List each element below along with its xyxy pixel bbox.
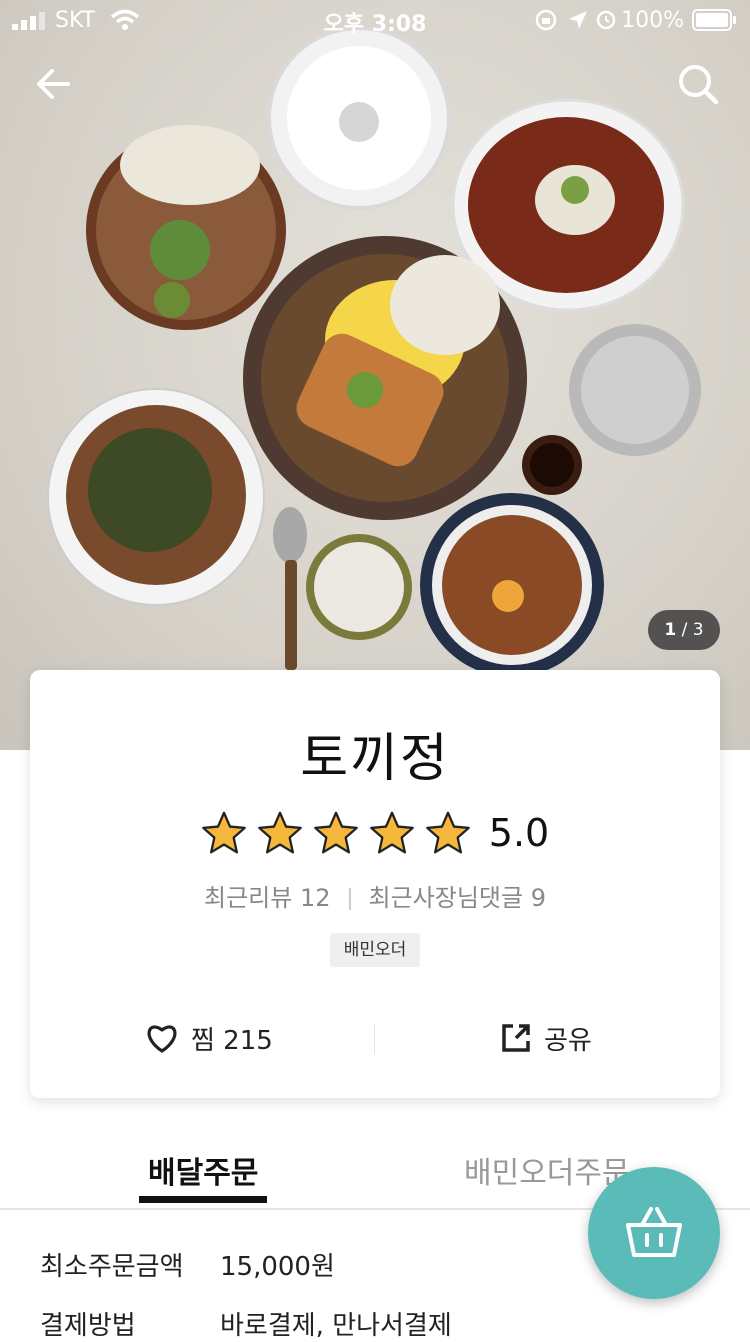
divider [348, 888, 351, 910]
info-key: 결제방법 [40, 1311, 136, 1341]
location-icon [569, 11, 587, 29]
star-icon [369, 811, 414, 854]
card-actions: 찜 215 공유 [30, 1010, 720, 1066]
status-bar: SKT 오후 3:08 100% [0, 0, 750, 40]
image-counter: 1 / 3 [648, 610, 720, 650]
share-button[interactable]: 공유 [500, 1010, 592, 1066]
rating-row: 5.0 [30, 808, 720, 858]
alarm-icon [596, 10, 616, 30]
payment-method-row: 결제방법 바로결제, 만나서결제 [40, 1305, 452, 1342]
battery-icon [692, 9, 736, 31]
search-button[interactable] [674, 60, 722, 108]
info-key: 최소주문금액 [40, 1252, 184, 1282]
info-value: 15,000원 [220, 1252, 335, 1282]
review-summary: 최근리뷰 12 최근사장님댓글 9 [30, 878, 720, 913]
active-tab-indicator [139, 1196, 267, 1203]
divider [374, 1024, 375, 1054]
store-info-card: 토끼정 5.0 최근리뷰 12 최근사장님댓글 9 배민오더 찜 215 공유 [30, 670, 720, 1098]
arrow-left-icon [37, 69, 70, 99]
star-icon [425, 811, 470, 854]
store-hero-image[interactable] [0, 0, 750, 750]
info-value: 바로결제, 만나서결제 [220, 1311, 452, 1341]
tab-delivery-order[interactable]: 배달주문 [148, 1148, 258, 1192]
star-icon [201, 811, 246, 854]
share-label: 공유 [544, 1025, 592, 1056]
share-icon [502, 1024, 530, 1052]
battery-percent: 100% [621, 8, 684, 33]
food-photo [47, 26, 701, 677]
heart-icon [147, 1025, 177, 1053]
star-icon [313, 811, 358, 854]
image-counter-total: 3 [692, 620, 704, 640]
baemin-order-badge: 배민오더 [330, 933, 420, 967]
search-icon [679, 65, 719, 105]
min-order-row: 최소주문금액 15,000원 [40, 1246, 335, 1283]
cart-button[interactable] [588, 1167, 720, 1299]
rotation-lock-icon [535, 9, 557, 31]
like-label: 찜 215 [191, 1025, 273, 1056]
image-counter-separator: / [681, 620, 688, 640]
like-button[interactable]: 찜 215 [145, 1010, 273, 1066]
star-icon [257, 811, 302, 854]
rating-value: 5.0 [488, 811, 550, 855]
tab-baemin-order[interactable]: 배민오더주문 [464, 1148, 630, 1192]
recent-reviews-link[interactable]: 최근리뷰 12 [204, 884, 331, 912]
basket-icon [626, 1207, 682, 1257]
store-name: 토끼정 [300, 729, 450, 789]
owner-replies-link[interactable]: 최근사장님댓글 9 [369, 884, 546, 912]
image-counter-current: 1 [664, 620, 677, 640]
back-button[interactable] [30, 60, 78, 108]
